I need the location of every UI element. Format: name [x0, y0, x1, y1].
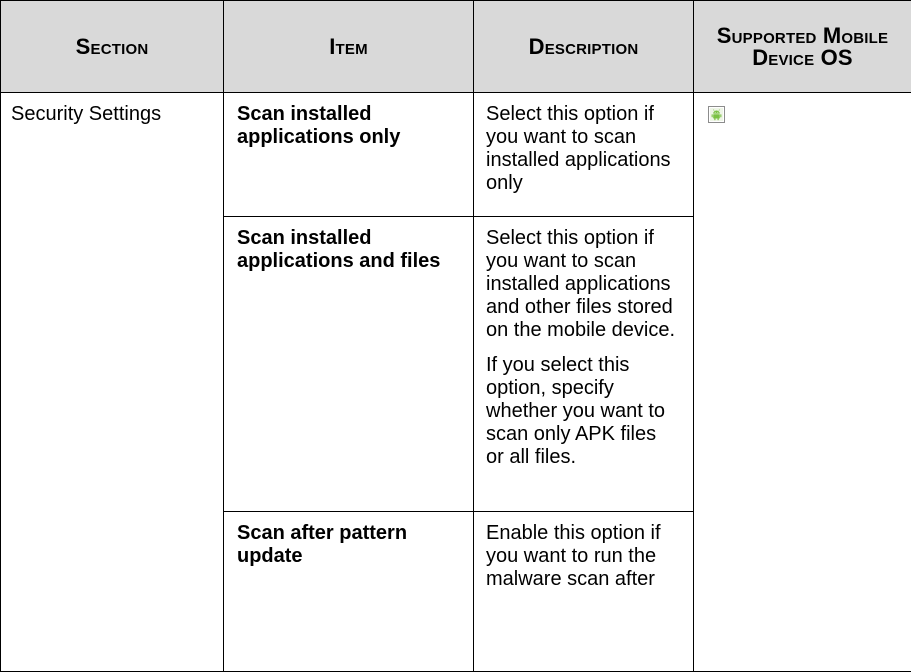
description-cell: Select this option if you want to scan i…	[474, 217, 694, 512]
settings-table: Section Item Description Supported Mobil…	[0, 0, 911, 672]
os-cell	[694, 93, 911, 672]
description-text: Select this option if you want to scan i…	[486, 227, 679, 342]
header-description: Description	[474, 1, 694, 93]
description-text: If you select this option, specify wheth…	[486, 354, 679, 469]
item-cell: Scan installed applications only	[224, 93, 474, 217]
header-section: Section	[1, 1, 224, 93]
item-cell: Scan installed applications and files	[224, 217, 474, 512]
item-cell: Scan after pattern update	[224, 512, 474, 672]
android-icon	[708, 106, 725, 123]
description-text: Enable this option if you want to run th…	[486, 522, 679, 591]
header-item: Item	[224, 1, 474, 93]
header-row: Section Item Description Supported Mobil…	[1, 1, 911, 93]
header-supported-os: Supported Mobile Device OS	[694, 1, 911, 93]
description-cell: Select this option if you want to scan i…	[474, 93, 694, 217]
description-cell: Enable this option if you want to run th…	[474, 512, 694, 672]
table-row: Security Settings Scan installed applica…	[1, 93, 911, 217]
section-cell: Security Settings	[1, 93, 224, 672]
description-text: Select this option if you want to scan i…	[486, 103, 679, 195]
